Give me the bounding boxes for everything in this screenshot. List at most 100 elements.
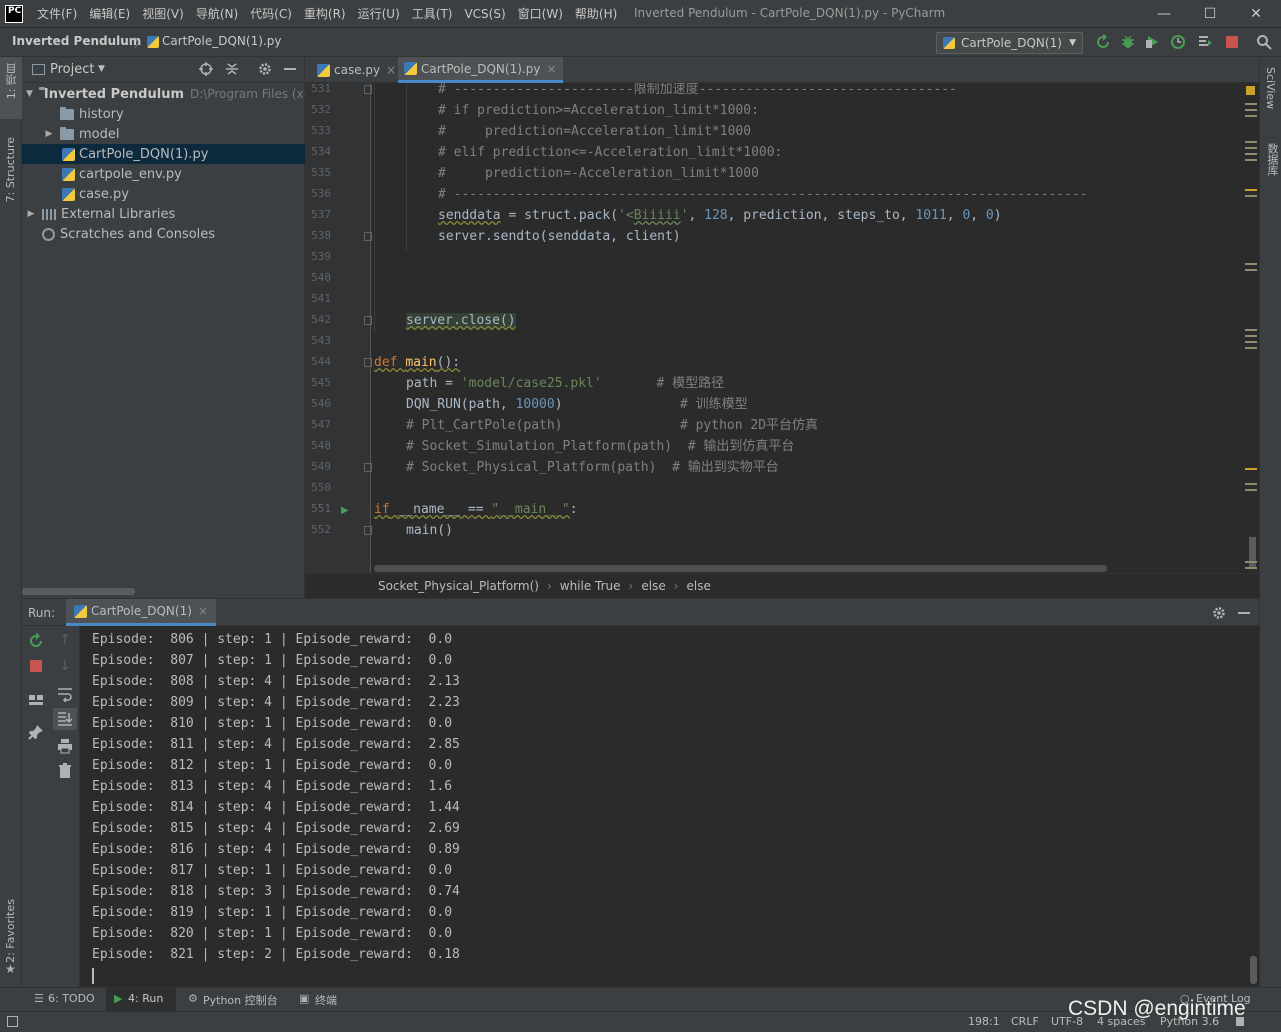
print-icon[interactable]	[57, 738, 73, 754]
gear-icon[interactable]	[258, 62, 272, 76]
profile-icon[interactable]	[1170, 34, 1186, 50]
console-line: Episode: 813 | step: 4 | Episode_reward:…	[92, 779, 453, 794]
run-with-coverage-icon[interactable]	[1145, 34, 1161, 50]
maximize-button[interactable]: ☐	[1187, 0, 1233, 27]
menu-edit[interactable]: 编辑(E)	[83, 5, 136, 22]
build-icon[interactable]	[1197, 34, 1213, 50]
tree-item-cartpole-dqn[interactable]: CartPole_DQN(1).py	[22, 144, 305, 164]
breadcrumb-item[interactable]: while True	[560, 579, 621, 593]
python-console-tool-tab[interactable]: Python 控制台	[203, 992, 278, 1008]
stop-icon[interactable]	[1224, 34, 1240, 50]
run-tool-tab[interactable]: 4: Run	[128, 992, 163, 1005]
minimize-button[interactable]: —	[1141, 0, 1187, 27]
horizontal-scrollbar[interactable]	[22, 588, 135, 595]
expand-arrow-icon[interactable]: ▶	[26, 209, 36, 219]
search-icon[interactable]	[1256, 34, 1272, 50]
fold-marker-icon[interactable]	[364, 85, 372, 94]
rerun-icon[interactable]	[1095, 34, 1111, 50]
menu-window[interactable]: 窗口(W)	[512, 5, 569, 22]
menu-code[interactable]: 代码(C)	[244, 5, 298, 22]
expand-arrow-icon[interactable]: ▼	[26, 89, 33, 99]
indent-guide	[374, 83, 375, 333]
fold-marker-icon[interactable]	[364, 526, 372, 535]
tree-item-model[interactable]: ▶ model	[22, 124, 305, 144]
tree-item-history[interactable]: history	[22, 104, 305, 124]
tree-item-scratches[interactable]: Scratches and Consoles	[22, 224, 305, 244]
collapse-all-icon[interactable]	[225, 62, 239, 76]
menu-tools[interactable]: 工具(T)	[406, 5, 459, 22]
tree-item-cartpole-env[interactable]: cartpole_env.py	[22, 164, 305, 184]
run-gutter-icon[interactable]: ▶	[341, 505, 349, 516]
menu-view[interactable]: 视图(V)	[136, 5, 190, 22]
stop-icon[interactable]	[29, 659, 43, 673]
hide-panel-icon[interactable]	[1238, 612, 1250, 614]
chevron-down-icon[interactable]: ▼	[98, 64, 105, 74]
project-view-icon	[32, 64, 45, 75]
arrow-up-icon[interactable]: ↑	[59, 632, 71, 648]
menu-refactor[interactable]: 重构(R)	[298, 5, 352, 22]
sciview-tool-tab[interactable]: SciView	[1264, 67, 1277, 109]
project-panel-title[interactable]: Project	[50, 62, 94, 77]
tree-item-project-root[interactable]: ▼ Inverted Pendulum D:\Program Files (x8	[22, 84, 305, 104]
fold-marker-icon[interactable]	[364, 463, 372, 472]
structure-tool-tab[interactable]: 7: Structure	[4, 137, 17, 202]
editor-horizontal-scrollbar[interactable]	[374, 565, 1107, 572]
arrow-down-icon[interactable]: ↓	[59, 658, 71, 674]
code-token: 1011	[915, 208, 947, 223]
trash-icon[interactable]	[57, 763, 73, 779]
layout-icon[interactable]	[28, 692, 44, 708]
menu-vcs[interactable]: VCS(S)	[458, 7, 511, 21]
debug-icon[interactable]	[1120, 34, 1136, 50]
line-separator[interactable]: CRLF	[1011, 1015, 1039, 1028]
database-tool-tab[interactable]: 数据库	[1264, 143, 1280, 176]
warning-indicator-icon[interactable]	[1246, 86, 1255, 95]
close-window-button[interactable]: ✕	[1233, 0, 1279, 27]
soft-wrap-icon[interactable]	[57, 686, 73, 702]
menu-navigate[interactable]: 导航(N)	[190, 5, 244, 22]
run-tab-cartpole-dqn[interactable]: CartPole_DQN(1) ×	[66, 599, 216, 626]
tree-item-external-libraries[interactable]: ▶ External Libraries	[22, 204, 305, 224]
hide-panel-icon[interactable]	[284, 68, 296, 70]
close-icon[interactable]: ×	[198, 604, 208, 618]
todo-tool-tab[interactable]: 6: TODO	[48, 992, 95, 1005]
caret-position[interactable]: 198:1	[968, 1015, 1000, 1028]
breadcrumb-item[interactable]: else	[687, 579, 711, 593]
menu-run[interactable]: 运行(U)	[352, 5, 406, 22]
breadcrumb-item[interactable]: else	[641, 579, 665, 593]
scroll-to-end-icon[interactable]	[57, 711, 73, 727]
toggle-tool-windows-icon[interactable]	[7, 1016, 18, 1027]
nav-project-crumb[interactable]: Inverted Pendulum	[12, 34, 141, 48]
error-stripe[interactable]	[1245, 83, 1259, 573]
menu-file[interactable]: 文件(F)	[31, 5, 83, 22]
close-icon[interactable]: ×	[546, 62, 556, 76]
favorites-tool-tab[interactable]: 2: Favorites	[4, 899, 17, 963]
console-vertical-scrollbar[interactable]	[1250, 956, 1257, 984]
breadcrumb-item[interactable]: Socket_Physical_Platform()	[378, 579, 539, 593]
stripe-mark	[1245, 189, 1257, 191]
expand-arrow-icon[interactable]: ▶	[44, 129, 54, 139]
tab-case-py[interactable]: case.py ×	[311, 57, 402, 83]
terminal-tool-tab[interactable]: 终端	[315, 992, 337, 1008]
console-output[interactable]: Episode: 806 | step: 1 | Episode_reward:…	[80, 626, 1250, 987]
gear-icon[interactable]	[1212, 606, 1226, 620]
menu-help[interactable]: 帮助(H)	[569, 5, 623, 22]
code-editor[interactable]: # -----------------------限制加速度----------…	[372, 83, 1245, 573]
line-number: 537	[311, 208, 331, 221]
tree-item-case[interactable]: case.py	[22, 184, 305, 204]
text-cursor	[92, 968, 94, 984]
pin-icon[interactable]	[28, 724, 44, 740]
project-panel-header: Project ▼	[22, 57, 304, 83]
close-icon[interactable]: ×	[386, 63, 396, 77]
nav-file-crumb[interactable]: CartPole_DQN(1).py	[162, 34, 281, 48]
navigation-bar: Inverted Pendulum 〉 CartPole_DQN(1).py C…	[0, 27, 1281, 57]
fold-marker-icon[interactable]	[364, 358, 372, 367]
run-panel-header: Run: CartPole_DQN(1) ×	[22, 598, 1259, 626]
tab-cartpole-dqn[interactable]: CartPole_DQN(1).py ×	[398, 57, 563, 83]
fold-marker-icon[interactable]	[364, 316, 372, 325]
tree-item-label: CartPole_DQN(1).py	[79, 146, 209, 162]
locate-file-icon[interactable]	[199, 62, 213, 76]
fold-marker-icon[interactable]	[364, 232, 372, 241]
run-config-select[interactable]: CartPole_DQN(1) ▼	[936, 32, 1083, 54]
rerun-icon[interactable]	[28, 633, 44, 649]
project-tool-tab-label[interactable]: 1: 项目	[4, 63, 20, 99]
